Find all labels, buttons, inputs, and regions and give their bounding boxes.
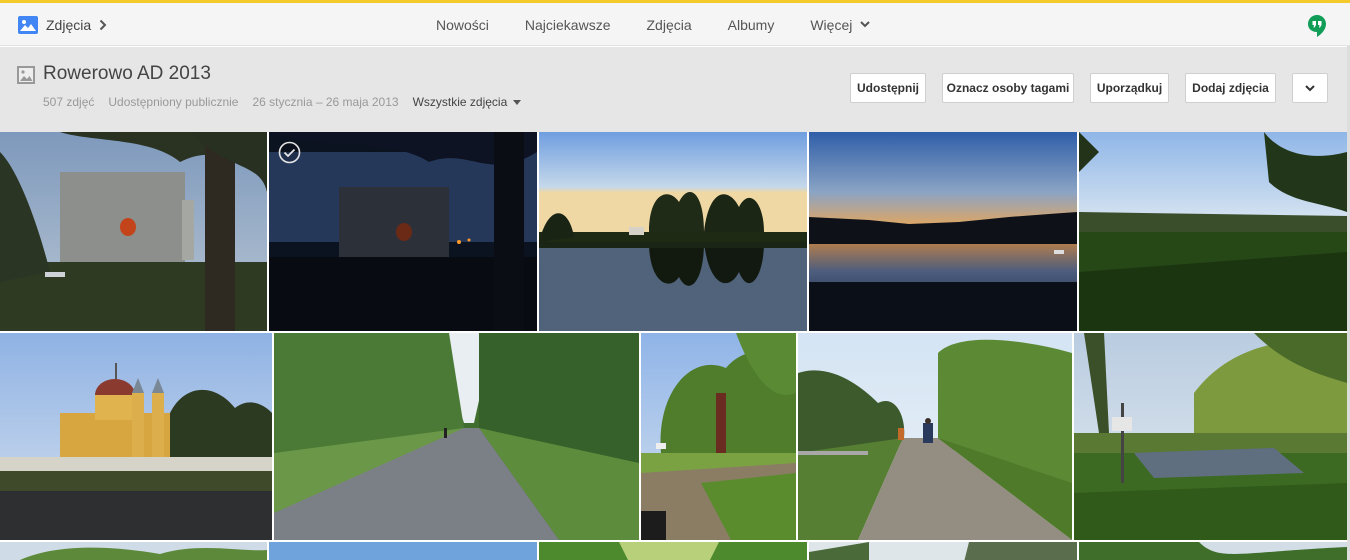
chevron-right-icon — [99, 19, 107, 30]
add-photos-button[interactable]: Dodaj zdjęcia — [1185, 73, 1276, 103]
photo-filter-dropdown[interactable]: Wszystkie zdjęcia — [413, 95, 522, 109]
photo-count: 507 zdjęć — [43, 95, 95, 109]
photo-tile[interactable] — [539, 542, 807, 560]
photo-tile[interactable] — [0, 542, 267, 560]
hangouts-icon[interactable] — [1308, 15, 1326, 37]
photos-icon — [18, 15, 38, 34]
top-bar: Zdjęcia Nowości Najciekawsze Zdjęcia Alb… — [0, 3, 1350, 46]
album-title: Rowerowo AD 2013 — [43, 63, 211, 84]
visibility-status: Udostępniony publicznie — [108, 95, 239, 109]
album-header: Rowerowo AD 2013 507 zdjęć Udostępniony … — [0, 47, 1347, 132]
chevron-down-icon — [860, 21, 871, 28]
album-image-icon — [17, 66, 35, 84]
select-check-icon[interactable] — [278, 141, 301, 164]
photo-tile[interactable] — [798, 333, 1072, 540]
chevron-down-icon — [1305, 84, 1315, 91]
more-options-button[interactable] — [1292, 73, 1328, 103]
photo-tile[interactable] — [0, 132, 267, 331]
photo-grid — [0, 132, 1347, 560]
photo-tile[interactable] — [269, 542, 537, 560]
photo-tile[interactable] — [1079, 132, 1347, 331]
nav-item-wiecej[interactable]: Więcej — [810, 17, 871, 33]
share-button[interactable]: Udostępnij — [850, 73, 926, 103]
photo-tile[interactable] — [809, 542, 1077, 560]
photo-tile[interactable] — [0, 333, 272, 540]
photo-tile[interactable] — [539, 132, 807, 331]
nav-item-zdjecia[interactable]: Zdjęcia — [647, 17, 692, 33]
nav-item-albumy[interactable]: Albumy — [728, 17, 775, 33]
nav-item-nowosci[interactable]: Nowości — [436, 17, 489, 33]
tag-people-button[interactable]: Oznacz osoby tagami — [942, 73, 1074, 103]
app-brand-label: Zdjęcia — [46, 16, 92, 33]
main-nav: Nowości Najciekawsze Zdjęcia Albumy Więc… — [436, 3, 871, 46]
photo-tile[interactable] — [641, 333, 796, 540]
caret-down-icon — [513, 99, 522, 105]
nav-item-najciekawsze[interactable]: Najciekawsze — [525, 17, 611, 33]
app-brand-link[interactable]: Zdjęcia — [18, 3, 107, 46]
date-range: 26 stycznia – 26 maja 2013 — [252, 95, 399, 109]
photo-tile[interactable] — [1079, 542, 1347, 560]
organize-button[interactable]: Uporządkuj — [1090, 73, 1169, 103]
photo-tile[interactable] — [269, 132, 537, 331]
album-meta: 507 zdjęć Udostępniony publicznie 26 sty… — [43, 95, 522, 109]
photo-tile[interactable] — [1074, 333, 1347, 540]
photo-tile[interactable] — [809, 132, 1077, 331]
photo-tile[interactable] — [274, 333, 639, 540]
